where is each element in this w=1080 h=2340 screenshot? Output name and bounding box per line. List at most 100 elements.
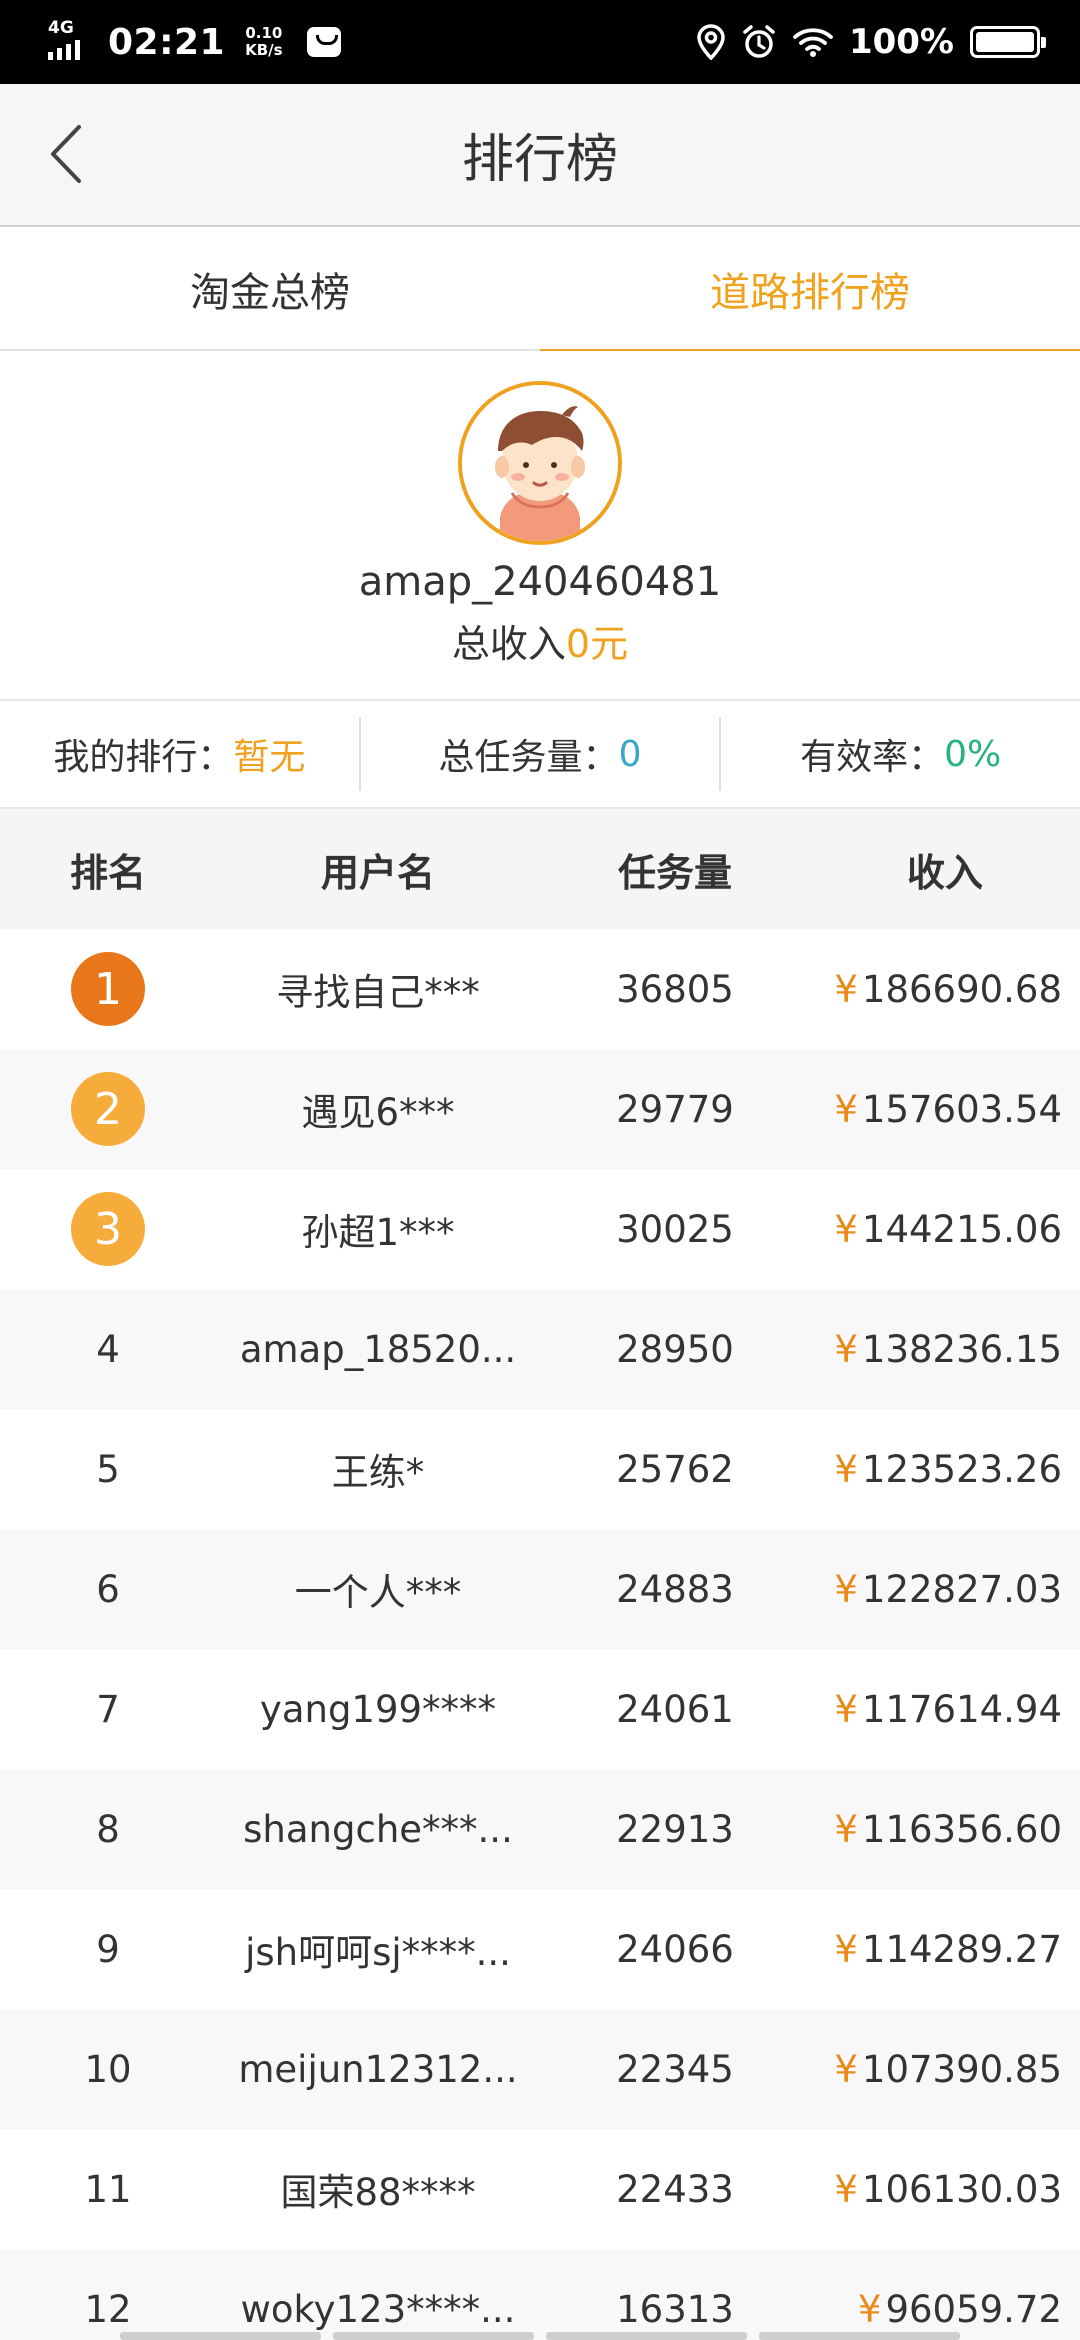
username-cell: 遇见6*** xyxy=(301,1091,455,1134)
tasks-cell: 24883 xyxy=(616,1567,734,1611)
title-bar: 排行榜 xyxy=(0,84,1080,227)
currency-symbol: ¥ xyxy=(834,2047,858,2091)
income-amount: 96059.72 xyxy=(885,2287,1062,2331)
username-cell: 一个人*** xyxy=(294,1571,462,1614)
table-row[interactable]: 3 孙超1*** 30025 ¥144215.06 xyxy=(0,1169,1080,1289)
rank-number: 5 xyxy=(96,1447,120,1491)
ranking-table: 排名 用户名 任务量 收入 1 寻找自己*** 36805 ¥186690.68 2 遇见… xyxy=(0,809,1080,2340)
username-cell: shangche***... xyxy=(243,1807,513,1851)
currency-symbol: ¥ xyxy=(834,1327,858,1371)
username-cell: 寻找自己*** xyxy=(276,971,480,1014)
my-stats: 我的排行： 暂无 总任务量： 0 有效率： 0% xyxy=(0,699,1080,809)
valid-rate-stat: 有效率： 0% xyxy=(719,717,1080,791)
rank-cell: 1 xyxy=(0,952,216,1026)
income-amount: 106130.03 xyxy=(861,2167,1062,2211)
avatar xyxy=(458,381,622,545)
currency-symbol: ¥ xyxy=(834,1447,858,1491)
network-speed: 0.10 KB/s xyxy=(245,25,282,59)
rank-medal-badge: 2 xyxy=(71,1072,145,1146)
valid-rate-label: 有效率： xyxy=(800,737,945,778)
income-cell: ¥123523.26 xyxy=(810,1448,1080,1491)
income-cell: ¥114289.27 xyxy=(810,1928,1080,1971)
rank-cell: 5 xyxy=(0,1448,216,1491)
rank-cell: 11 xyxy=(0,2168,216,2211)
currency-symbol: ¥ xyxy=(834,2167,858,2211)
table-row[interactable]: 7 yang199**** 24061 ¥117614.94 xyxy=(0,1649,1080,1769)
currency-symbol: ¥ xyxy=(857,2287,882,2331)
rank-number: 4 xyxy=(96,1327,120,1371)
wifi-icon xyxy=(793,28,833,57)
username-cell: woky123****... xyxy=(240,2287,516,2331)
table-row[interactable]: 8 shangche***... 22913 ¥116356.60 xyxy=(0,1769,1080,1889)
table-row[interactable]: 6 一个人*** 24883 ¥122827.03 xyxy=(0,1529,1080,1649)
total-tasks-value: 0 xyxy=(618,733,642,775)
table-row[interactable]: 5 王练* 25762 ¥123523.26 xyxy=(0,1409,1080,1529)
cellular-signal-icon: 4G xyxy=(46,20,94,64)
tasks-cell: 16313 xyxy=(616,2287,734,2331)
status-bar: 4G 02:21 0.10 KB/s 100% xyxy=(0,0,1080,84)
currency-symbol: ¥ xyxy=(834,1087,858,1131)
tasks-cell: 24066 xyxy=(616,1927,734,1971)
income-cell: ¥144215.06 xyxy=(810,1208,1080,1251)
table-header: 排名 用户名 任务量 收入 xyxy=(0,809,1080,929)
network-speed-unit: KB/s xyxy=(245,41,283,59)
table-row[interactable]: 4 amap_18520... 28950 ¥138236.15 xyxy=(0,1289,1080,1409)
back-button[interactable] xyxy=(30,114,100,194)
table-row[interactable]: 11 国荣88**** 22433 ¥106130.03 xyxy=(0,2129,1080,2249)
income-cell: ¥116356.60 xyxy=(810,1808,1080,1851)
battery-percent: 100% xyxy=(848,22,954,62)
location-icon xyxy=(697,24,725,60)
rank-cell: 10 xyxy=(0,2048,216,2091)
cartoon-boy-avatar-icon xyxy=(462,385,618,541)
rank-cell: 8 xyxy=(0,1808,216,1851)
battery-icon xyxy=(970,26,1046,58)
income-amount: 157603.54 xyxy=(861,1087,1062,1131)
username-cell: amap_18520... xyxy=(239,1327,517,1371)
table-row[interactable]: 12 woky123****... 16313 ¥96059.72 xyxy=(0,2249,1080,2340)
income-cell: ¥157603.54 xyxy=(810,1088,1080,1131)
status-time: 02:21 xyxy=(108,21,226,63)
table-row[interactable]: 1 寻找自己*** 36805 ¥186690.68 xyxy=(0,929,1080,1049)
income-amount: 186690.68 xyxy=(861,967,1062,1011)
valid-rate-value: 0% xyxy=(944,733,1002,775)
rank-number: 6 xyxy=(96,1567,120,1611)
notification-bag-icon xyxy=(306,27,341,57)
tasks-cell: 22345 xyxy=(616,2047,734,2091)
rank-cell: 3 xyxy=(0,1192,216,1266)
bottom-scroll-indicator xyxy=(120,2332,960,2340)
tab-gold-total-ranking[interactable]: 淘金总榜 xyxy=(0,227,540,351)
tab-road-ranking[interactable]: 道路排行榜 xyxy=(540,227,1080,353)
tasks-cell: 22913 xyxy=(616,1807,734,1851)
income-amount: 144215.06 xyxy=(861,1207,1062,1251)
rank-medal-badge: 1 xyxy=(71,952,145,1026)
rank-cell: 6 xyxy=(0,1568,216,1611)
table-row[interactable]: 9 jsh呵呵sj****... 24066 ¥114289.27 xyxy=(0,1889,1080,2009)
rank-cell: 9 xyxy=(0,1928,216,1971)
currency-symbol: ¥ xyxy=(834,1207,858,1251)
alarm-icon xyxy=(743,25,775,58)
username-cell: jsh呵呵sj****... xyxy=(245,1931,511,1974)
income-amount: 114289.27 xyxy=(861,1927,1062,1971)
tasks-cell: 29779 xyxy=(616,1087,734,1131)
income-amount: 123523.26 xyxy=(861,1447,1062,1491)
table-row[interactable]: 2 遇见6*** 29779 ¥157603.54 xyxy=(0,1049,1080,1169)
my-rank-value: 暂无 xyxy=(233,737,306,778)
rank-cell: 2 xyxy=(0,1072,216,1146)
tasks-cell: 28950 xyxy=(616,1327,734,1371)
currency-symbol: ¥ xyxy=(834,1687,858,1731)
total-tasks-stat: 总任务量： 0 xyxy=(358,717,720,791)
rank-number: 11 xyxy=(84,2167,132,2211)
page-title: 排行榜 xyxy=(461,130,618,190)
my-rank-stat: 我的排行： 暂无 xyxy=(0,717,359,791)
chevron-left-icon xyxy=(51,125,81,183)
total-income-value: 0元 xyxy=(565,622,629,666)
tasks-cell: 30025 xyxy=(616,1207,734,1251)
username-cell: 国荣88**** xyxy=(280,2171,476,2214)
currency-symbol: ¥ xyxy=(834,967,858,1011)
table-row[interactable]: 10 meijun12312... 22345 ¥107390.85 xyxy=(0,2009,1080,2129)
rank-number: 7 xyxy=(96,1687,120,1731)
income-amount: 117614.94 xyxy=(861,1687,1062,1731)
income-cell: ¥186690.68 xyxy=(810,968,1080,1011)
income-amount: 107390.85 xyxy=(861,2047,1062,2091)
currency-symbol: ¥ xyxy=(834,1807,858,1851)
